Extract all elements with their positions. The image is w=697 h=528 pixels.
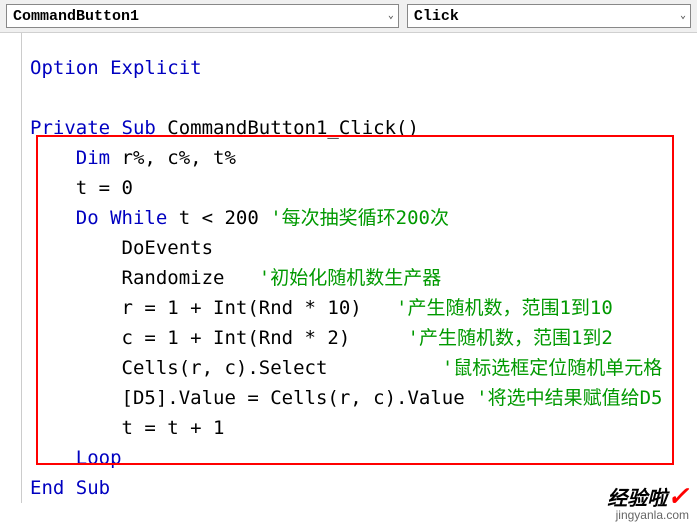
keyword: Do While xyxy=(76,207,168,229)
comment: '初始化随机数生产器 xyxy=(259,267,441,289)
code-line: Private Sub CommandButton1_Click() xyxy=(30,113,697,143)
code-line: [D5].Value = Cells(r, c).Value '将选中结果赋值给… xyxy=(30,383,697,413)
code-line: c = 1 + Int(Rnd * 2) '产生随机数，范围1到2 xyxy=(30,323,697,353)
code-line: Cells(r, c).Select '鼠标选框定位随机单元格 xyxy=(30,353,697,383)
code-text: c = 1 + Int(Rnd * 2) xyxy=(30,327,408,349)
procedure-selector-value: Click xyxy=(414,8,459,25)
code-text: CommandButton1_Click() xyxy=(156,117,419,139)
code-line: Dim r%, c%, t% xyxy=(30,143,697,173)
code-editor[interactable]: Option Explicit Private Sub CommandButto… xyxy=(0,33,697,503)
keyword: Option Explicit xyxy=(30,57,202,79)
chevron-down-icon: ⌄ xyxy=(680,10,686,22)
code-line: Randomize '初始化随机数生产器 xyxy=(30,263,697,293)
object-selector[interactable]: CommandButton1 ⌄ xyxy=(6,4,399,28)
code-line: DoEvents xyxy=(30,233,697,263)
comment: '产生随机数，范围1到10 xyxy=(396,297,613,319)
watermark-url: jingyanla.com xyxy=(607,508,689,522)
code-text: [D5].Value = Cells(r, c).Value xyxy=(30,387,476,409)
comment: '产生随机数，范围1到2 xyxy=(408,327,613,349)
chevron-down-icon: ⌄ xyxy=(388,10,394,22)
keyword: Dim xyxy=(76,147,110,169)
code-text: Randomize xyxy=(30,267,259,289)
keyword: Loop xyxy=(76,447,122,469)
code-text: Cells(r, c).Select xyxy=(30,357,442,379)
code-line: Loop xyxy=(30,443,697,473)
keyword: Private Sub xyxy=(30,117,156,139)
comment: '鼠标选框定位随机单元格 xyxy=(442,357,662,379)
toolbar: CommandButton1 ⌄ Click ⌄ xyxy=(0,0,697,33)
code-text: t < 200 xyxy=(167,207,270,229)
code-line: t = 0 xyxy=(30,173,697,203)
code-line: t = t + 1 xyxy=(30,413,697,443)
code-line: r = 1 + Int(Rnd * 10) '产生随机数，范围1到10 xyxy=(30,293,697,323)
keyword: End Sub xyxy=(30,477,110,499)
object-selector-value: CommandButton1 xyxy=(13,8,139,25)
code-content: Option Explicit Private Sub CommandButto… xyxy=(30,39,697,503)
margin-bar xyxy=(0,33,22,503)
code-line: End Sub xyxy=(30,473,697,503)
comment: '将选中结果赋值给D5 xyxy=(476,387,662,409)
code-line: Do While t < 200 '每次抽奖循环200次 xyxy=(30,203,697,233)
code-line: Option Explicit xyxy=(30,53,697,83)
comment: '每次抽奖循环200次 xyxy=(270,207,449,229)
code-text: r%, c%, t% xyxy=(110,147,236,169)
code-line xyxy=(30,83,697,113)
procedure-selector[interactable]: Click ⌄ xyxy=(407,4,691,28)
code-text: r = 1 + Int(Rnd * 10) xyxy=(30,297,396,319)
